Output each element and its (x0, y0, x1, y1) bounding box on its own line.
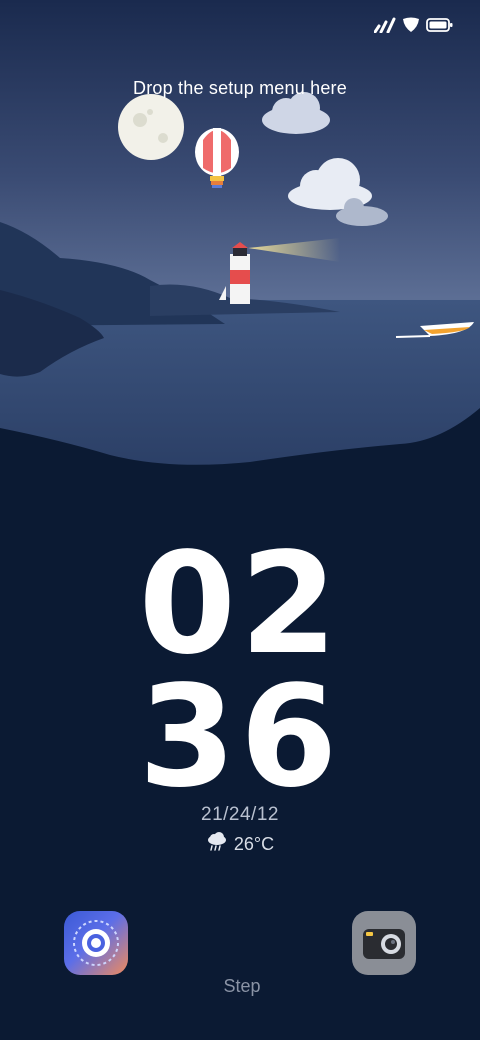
battery-icon (426, 17, 454, 38)
wallpaper-scene (0, 0, 480, 1040)
settings-dial-icon (73, 920, 119, 966)
camera-icon (363, 929, 405, 959)
weather-widget[interactable]: 26°C (0, 832, 480, 857)
camera-shortcut-button[interactable] (352, 911, 416, 975)
setup-menu-hint[interactable]: Drop the setup menu here (0, 78, 480, 99)
clock-hours: 02 (138, 523, 342, 686)
temperature-label: 26°C (233, 834, 275, 854)
wifi-shield-icon (402, 17, 420, 38)
date-label: 21/24/12 (201, 804, 279, 825)
step-label: Step (223, 976, 261, 996)
clock-minutes: 36 (138, 656, 342, 819)
rain-cloud-icon (206, 832, 228, 857)
signal-icon (373, 17, 396, 38)
status-bar (373, 16, 454, 38)
settings-shortcut-button[interactable] (64, 911, 128, 975)
moon-icon (118, 94, 184, 160)
